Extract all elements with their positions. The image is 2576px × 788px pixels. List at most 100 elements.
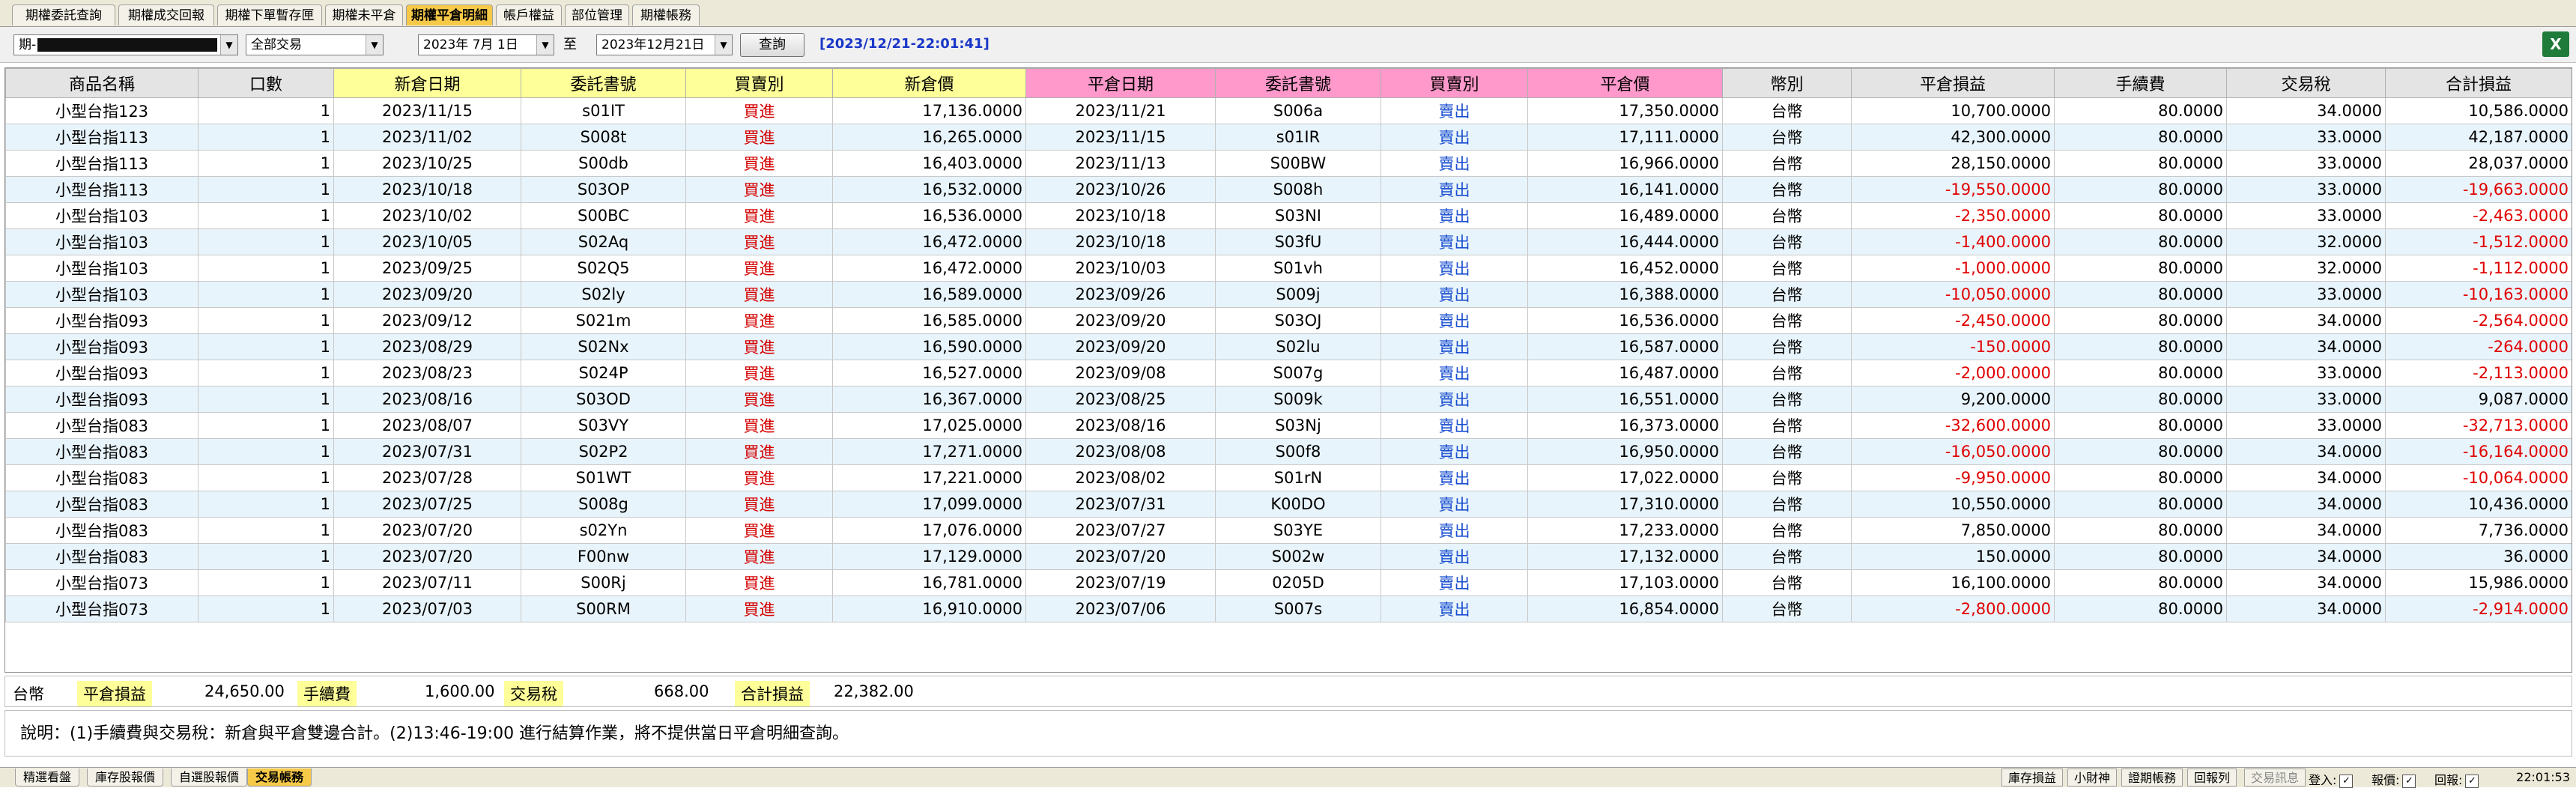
tab-account-equity[interactable]: 帳戶權益 (496, 4, 562, 25)
cell-fee: 80.0000 (2054, 202, 2227, 229)
query-button[interactable]: 查詢 (740, 33, 804, 57)
cell-tax: 34.0000 (2226, 543, 2386, 570)
date-to-picker[interactable]: 2023年12月21日 ▼ (596, 34, 733, 55)
account-select[interactable]: 期- ▼ (13, 34, 238, 55)
cell-qty: 1 (198, 386, 334, 413)
chevron-down-icon[interactable]: ▼ (220, 35, 237, 55)
cell-qty: 1 (198, 491, 334, 518)
cell-close-date: 2023/11/21 (1025, 97, 1216, 124)
cell-open-price: 16,527.0000 (832, 360, 1026, 387)
table-row[interactable]: 小型台指093 1 2023/08/23 S024P 買進 16,527.0000 2023… (5, 360, 2572, 387)
chevron-down-icon[interactable]: ▼ (715, 35, 732, 55)
report-bar-button[interactable]: 回報列 (2187, 769, 2237, 787)
cell-open-date: 2023/10/02 (333, 202, 521, 229)
col-header-total-pnl[interactable]: 合計損益 (2385, 68, 2572, 98)
bottom-tab-trade-ledger[interactable]: 交易帳務 (247, 769, 312, 787)
excel-export-icon[interactable]: X (2542, 31, 2569, 57)
bottom-tab-custom-quote[interactable]: 自選股報價 (171, 769, 248, 787)
cell-fee: 80.0000 (2054, 464, 2227, 491)
tab-account-ledger[interactable]: 期權帳務 (632, 4, 700, 25)
cell-close-order-no: S01rN (1215, 464, 1381, 491)
cell-open-date: 2023/08/07 (333, 412, 521, 439)
tab-closed-detail[interactable]: 期權平倉明細 (406, 4, 493, 25)
function-tab-strip: 期權委託查詢 期權成交回報 期權下單暫存匣 期權未平倉 期權平倉明細 帳戶權益 … (0, 0, 2576, 27)
table-row[interactable]: 小型台指093 1 2023/09/12 S021m 買進 16,585.0000 2023… (5, 307, 2572, 334)
chevron-down-icon[interactable]: ▼ (366, 35, 383, 55)
table-row[interactable]: 小型台指083 1 2023/07/20 s02Yn 買進 17,076.0000 2023… (5, 517, 2572, 544)
chevron-down-icon[interactable]: ▼ (536, 35, 554, 55)
cell-close-side: 賣出 (1381, 438, 1528, 465)
table-row[interactable]: 小型台指083 1 2023/07/28 S01WT 買進 17,221.0000 2023… (5, 464, 2572, 491)
table-row[interactable]: 小型台指083 1 2023/07/20 F00nw 買進 17,129.0000 2023… (5, 543, 2572, 570)
col-header-close-date[interactable]: 平倉日期 (1025, 68, 1216, 98)
cell-open-price: 16,532.0000 (832, 176, 1026, 203)
table-row[interactable]: 小型台指113 1 2023/10/18 S03OP 買進 16,532.0000 2023… (5, 176, 2572, 203)
cell-close-side: 賣出 (1381, 360, 1528, 387)
trade-type-select[interactable]: 全部交易 ▼ (246, 34, 384, 55)
table-row[interactable]: 小型台指073 1 2023/07/03 S00RM 買進 16,910.0000 2023… (5, 595, 2572, 622)
securities-ledger-button[interactable]: 證期帳務 (2121, 769, 2183, 787)
table-row[interactable]: 小型台指093 1 2023/08/16 S03OD 買進 16,367.0000 2023… (5, 386, 2572, 413)
tab-open-positions[interactable]: 期權未平倉 (325, 4, 403, 25)
col-header-currency[interactable]: 幣別 (1722, 68, 1852, 98)
cell-open-side: 買進 (685, 595, 833, 622)
summary-tax-label: 交易稅 (504, 681, 563, 706)
col-header-close-order-no[interactable]: 委託書號 (1215, 68, 1381, 98)
summary-pnl-value: 24,650.00 (204, 682, 285, 700)
cell-currency: 台幣 (1722, 281, 1852, 308)
col-header-product[interactable]: 商品名稱 (5, 68, 198, 98)
col-header-fee[interactable]: 手續費 (2054, 68, 2227, 98)
cell-close-side: 賣出 (1381, 228, 1528, 255)
col-header-qty[interactable]: 口數 (198, 68, 334, 98)
bottom-tab-watchlist[interactable]: 精選看盤 (15, 769, 80, 787)
cell-total-pnl: 28,037.0000 (2385, 150, 2572, 177)
report-status-label: 回報: (2434, 773, 2463, 787)
cell-product: 小型台指113 (5, 176, 198, 203)
col-header-close-price[interactable]: 平倉價 (1527, 68, 1723, 98)
table-row[interactable]: 小型台指103 1 2023/09/25 S02Q5 買進 16,472.0000 2023… (5, 255, 2572, 282)
tab-order-draft[interactable]: 期權下單暫存匣 (217, 4, 322, 25)
table-row[interactable]: 小型台指083 1 2023/08/07 S03VY 買進 17,025.0000 2023… (5, 412, 2572, 439)
cell-fee: 80.0000 (2054, 176, 2227, 203)
cell-open-side: 買進 (685, 491, 833, 518)
table-row[interactable]: 小型台指073 1 2023/07/11 S00Rj 買進 16,781.0000 2023… (5, 569, 2572, 596)
table-row[interactable]: 小型台指113 1 2023/10/25 S00db 買進 16,403.0000 2023… (5, 150, 2572, 177)
assistant-button[interactable]: 小財神 (2067, 769, 2118, 787)
tab-order-query[interactable]: 期權委託查詢 (12, 4, 115, 25)
cell-close-order-no: S00BW (1215, 150, 1381, 177)
col-header-open-order-no[interactable]: 委託書號 (521, 68, 686, 98)
table-row[interactable]: 小型台指103 1 2023/10/05 S02Aq 買進 16,472.0000 2023… (5, 228, 2572, 255)
cell-open-date: 2023/10/18 (333, 176, 521, 203)
date-from-picker[interactable]: 2023年 7月 1日 ▼ (418, 34, 554, 55)
cell-close-date: 2023/11/15 (1025, 124, 1216, 151)
table-row[interactable]: 小型台指093 1 2023/08/29 S02Nx 買進 16,590.0000 2023… (5, 333, 2572, 360)
col-header-open-date[interactable]: 新倉日期 (333, 68, 521, 98)
col-header-close-pnl[interactable]: 平倉損益 (1851, 68, 2055, 98)
cell-close-pnl: -2,800.0000 (1851, 595, 2055, 622)
bottom-tab-holdings-quote[interactable]: 庫存股報價 (87, 769, 164, 787)
cell-open-order-no: S02Aq (521, 228, 686, 255)
col-header-open-price[interactable]: 新倉價 (832, 68, 1026, 98)
cell-open-date: 2023/10/05 (333, 228, 521, 255)
cell-close-pnl: 28,150.0000 (1851, 150, 2055, 177)
cell-total-pnl: 10,586.0000 (2385, 97, 2572, 124)
cell-close-order-no: S03OJ (1215, 307, 1381, 334)
col-header-tax[interactable]: 交易稅 (2226, 68, 2386, 98)
table-row[interactable]: 小型台指083 1 2023/07/31 S02P2 買進 17,271.0000 2023… (5, 438, 2572, 465)
table-row[interactable]: 小型台指103 1 2023/10/02 S00BC 買進 16,536.0000 2023… (5, 202, 2572, 229)
cell-close-date: 2023/07/27 (1025, 517, 1216, 544)
table-row[interactable]: 小型台指083 1 2023/07/25 S008g 買進 17,099.0000 2023… (5, 491, 2572, 518)
tab-fill-report[interactable]: 期權成交回報 (118, 4, 214, 25)
cell-currency: 台幣 (1722, 307, 1852, 334)
table-row[interactable]: 小型台指123 1 2023/11/15 s01IT 買進 17,136.0000 2023… (5, 97, 2572, 124)
cell-open-side: 買進 (685, 124, 833, 151)
col-header-close-side[interactable]: 買賣別 (1381, 68, 1528, 98)
holdings-pnl-button[interactable]: 庫存損益 (2001, 769, 2064, 787)
tab-position-mgmt[interactable]: 部位管理 (565, 4, 629, 25)
table-row[interactable]: 小型台指103 1 2023/09/20 S02ly 買進 16,589.0000 2023… (5, 281, 2572, 308)
trade-message-button[interactable]: 交易訊息 (2244, 769, 2306, 787)
cell-tax: 34.0000 (2226, 595, 2386, 622)
col-header-open-side[interactable]: 買賣別 (685, 68, 833, 98)
cell-open-date: 2023/11/15 (333, 97, 521, 124)
table-row[interactable]: 小型台指113 1 2023/11/02 S008t 買進 16,265.0000 2023… (5, 124, 2572, 151)
